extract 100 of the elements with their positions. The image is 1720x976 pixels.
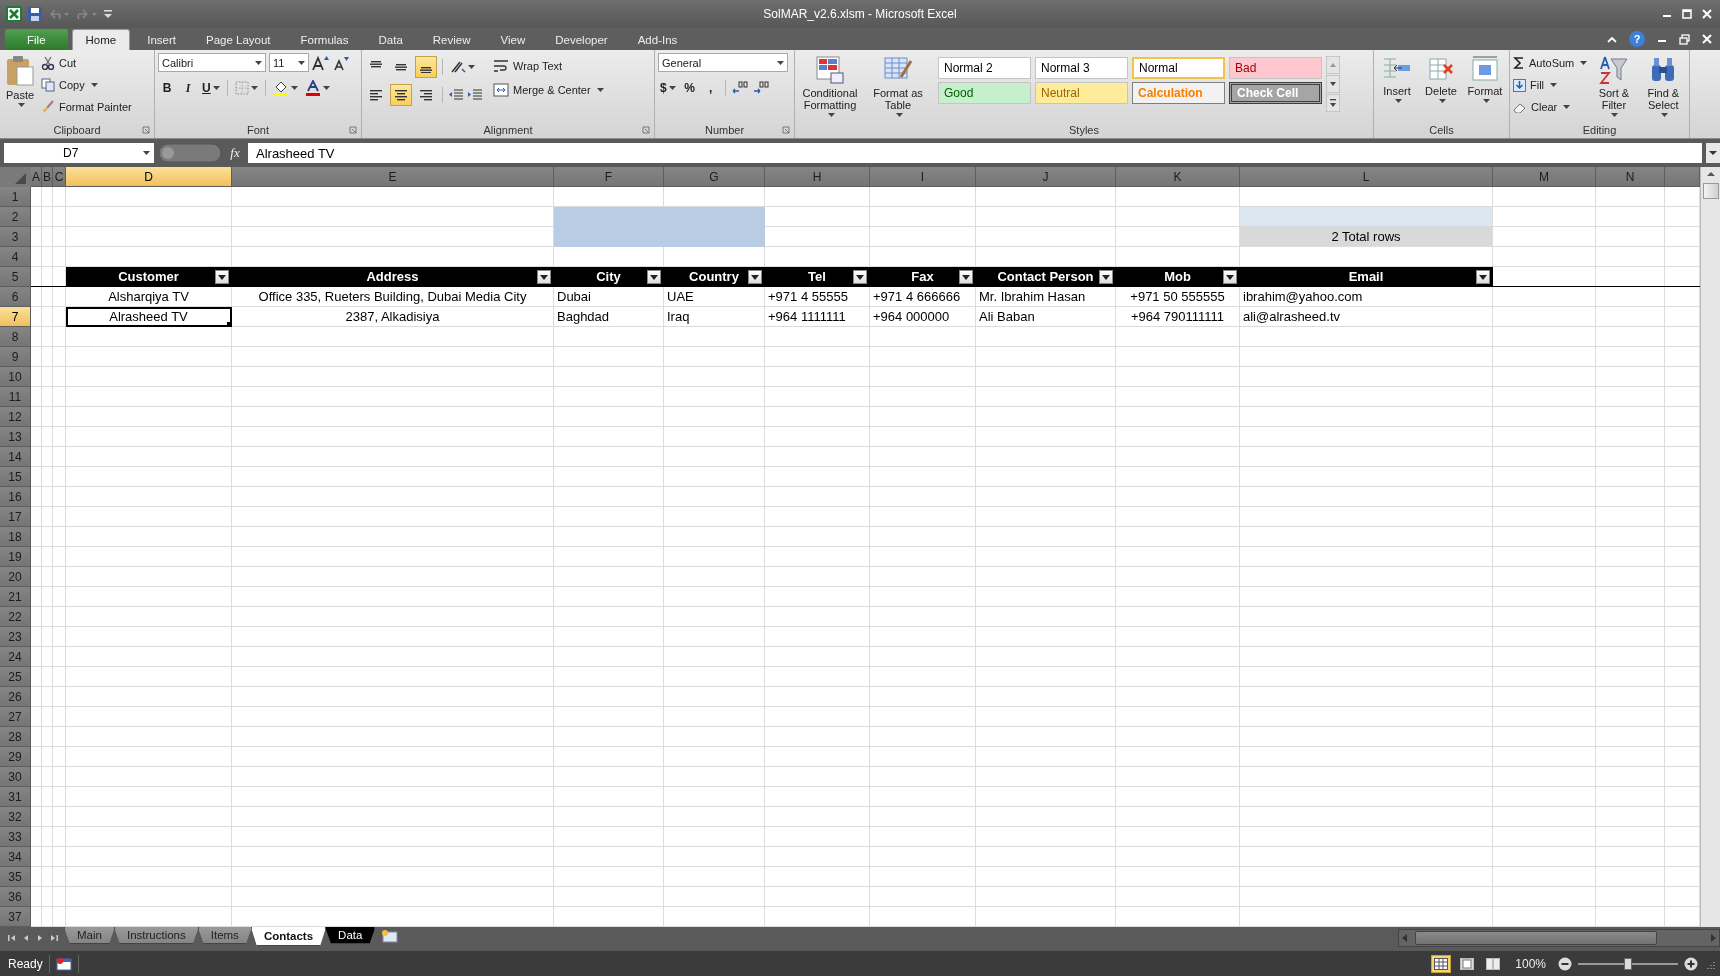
increase-indent-icon[interactable] (467, 88, 483, 102)
more-styles-icon[interactable] (1326, 94, 1340, 112)
formula-bar-handle-icon[interactable] (158, 143, 222, 163)
column-header[interactable]: M (1493, 167, 1596, 187)
row-header[interactable]: 20 (0, 567, 31, 587)
column-header[interactable]: F (554, 167, 664, 187)
scroll-thumb[interactable] (1702, 183, 1719, 199)
row-header[interactable]: 7 (0, 307, 31, 327)
number-format-dropdown[interactable]: General (658, 53, 788, 72)
horizontal-scrollbar[interactable] (1398, 929, 1720, 947)
filter-button[interactable] (853, 270, 867, 284)
cell-style-item[interactable]: Normal 2 (938, 57, 1031, 79)
row-header[interactable]: 26 (0, 687, 31, 707)
ribbon-tab[interactable]: File (5, 29, 68, 50)
row-header[interactable]: 25 (0, 667, 31, 687)
cell-style-item[interactable]: Normal (1132, 57, 1225, 79)
decrease-indent-icon[interactable] (448, 88, 464, 102)
view-button[interactable] (1431, 955, 1452, 973)
column-header[interactable]: D (66, 167, 232, 187)
cell-style-item[interactable]: Bad (1229, 57, 1322, 79)
name-box[interactable]: D7 (4, 143, 154, 163)
zoom-out-icon[interactable] (1558, 957, 1572, 971)
row-header[interactable]: 23 (0, 627, 31, 647)
column-header[interactable]: E (232, 167, 554, 187)
decrease-decimal-icon[interactable] (751, 81, 770, 95)
sheet-tab[interactable]: Items (197, 927, 252, 944)
percent-button[interactable]: % (680, 78, 699, 98)
row-header[interactable]: 34 (0, 847, 31, 867)
dialog-launcher-icon[interactable] (642, 126, 650, 134)
slider-thumb[interactable] (1624, 958, 1632, 970)
find-select-button[interactable]: Find & Select (1640, 53, 1686, 119)
dialog-launcher-icon[interactable] (349, 126, 357, 134)
row-header[interactable]: 31 (0, 787, 31, 807)
bold-button[interactable]: B (158, 78, 176, 98)
ribbon-tab[interactable]: Data (365, 29, 416, 50)
filter-button[interactable] (1099, 270, 1113, 284)
underline-button[interactable]: U (200, 78, 222, 98)
sheet-tab[interactable]: Contacts (250, 927, 327, 946)
row-header[interactable]: 28 (0, 727, 31, 747)
shrink-font-icon[interactable] (333, 54, 349, 71)
row-header[interactable]: 35 (0, 867, 31, 887)
format-as-table-button[interactable]: Format as Table (866, 53, 930, 119)
ribbon-tab[interactable]: View (487, 29, 539, 50)
dialog-launcher-icon[interactable] (782, 126, 790, 134)
row-header[interactable]: 6 (0, 287, 31, 307)
insert-function-button[interactable]: fx (226, 145, 244, 161)
row-header[interactable]: 19 (0, 547, 31, 567)
autosum-button[interactable]: AutoSum (1513, 53, 1588, 73)
row-header[interactable]: 17 (0, 507, 31, 527)
merge-center-button[interactable]: Merge & Center (493, 80, 604, 100)
expand-formula-bar-icon[interactable] (1706, 143, 1720, 163)
format-painter-button[interactable]: Format Painter (41, 97, 132, 117)
row-header[interactable]: 15 (0, 467, 31, 487)
dialog-launcher-icon[interactable] (142, 126, 150, 134)
row-header[interactable]: 3 (0, 227, 31, 247)
row-header[interactable]: 33 (0, 827, 31, 847)
help-button[interactable]: ? (1629, 31, 1645, 47)
ribbon-tab[interactable]: Page Layout (193, 29, 284, 50)
ribbon-tab[interactable]: Formulas (287, 29, 362, 50)
cell-style-item[interactable]: Neutral (1035, 82, 1128, 104)
cell-style-item[interactable]: Calculation (1132, 82, 1225, 104)
clear-button[interactable]: Clear (1513, 97, 1588, 117)
column-header[interactable]: H (765, 167, 870, 187)
borders-button[interactable] (232, 78, 260, 98)
cell-style-item[interactable]: Check Cell (1229, 82, 1322, 104)
row-header[interactable]: 13 (0, 427, 31, 447)
row-header[interactable]: 12 (0, 407, 31, 427)
font-name-dropdown[interactable]: Calibri (158, 53, 266, 72)
row-header[interactable]: 2 (0, 207, 31, 227)
formula-input[interactable]: Alrasheed TV (248, 143, 1702, 163)
filter-button[interactable] (1476, 270, 1490, 284)
filter-button[interactable] (647, 270, 661, 284)
row-header[interactable]: 14 (0, 447, 31, 467)
row-header[interactable]: 24 (0, 647, 31, 667)
new-sheet-icon[interactable] (380, 929, 401, 943)
zoom-in-icon[interactable] (1684, 957, 1698, 971)
increase-decimal-icon[interactable] (730, 81, 749, 95)
row-header[interactable]: 11 (0, 387, 31, 407)
filter-button[interactable] (748, 270, 762, 284)
row-header[interactable]: 18 (0, 527, 31, 547)
vertical-scrollbar[interactable] (1700, 167, 1720, 927)
save-icon[interactable] (28, 7, 42, 21)
column-header[interactable]: I (870, 167, 976, 187)
row-header[interactable]: 37 (0, 907, 31, 927)
horizontal-align-button[interactable] (390, 84, 412, 106)
last-sheet-icon[interactable] (48, 933, 60, 943)
row-header[interactable]: 30 (0, 767, 31, 787)
close-icon[interactable] (1702, 9, 1712, 19)
row-header[interactable]: 36 (0, 887, 31, 907)
maximize-icon[interactable] (1682, 9, 1692, 19)
row-header[interactable]: 27 (0, 707, 31, 727)
column-header[interactable]: C (53, 167, 66, 187)
cell-style-item[interactable]: Good (938, 82, 1031, 104)
column-header[interactable]: A (31, 167, 42, 187)
sheet-tab[interactable]: Instructions (113, 927, 199, 944)
row-header[interactable]: 5 (0, 267, 31, 287)
grow-font-icon[interactable] (312, 54, 330, 71)
row-header[interactable]: 10 (0, 367, 31, 387)
column-header[interactable]: N (1596, 167, 1665, 187)
ribbon-tab[interactable]: Insert (134, 29, 189, 50)
